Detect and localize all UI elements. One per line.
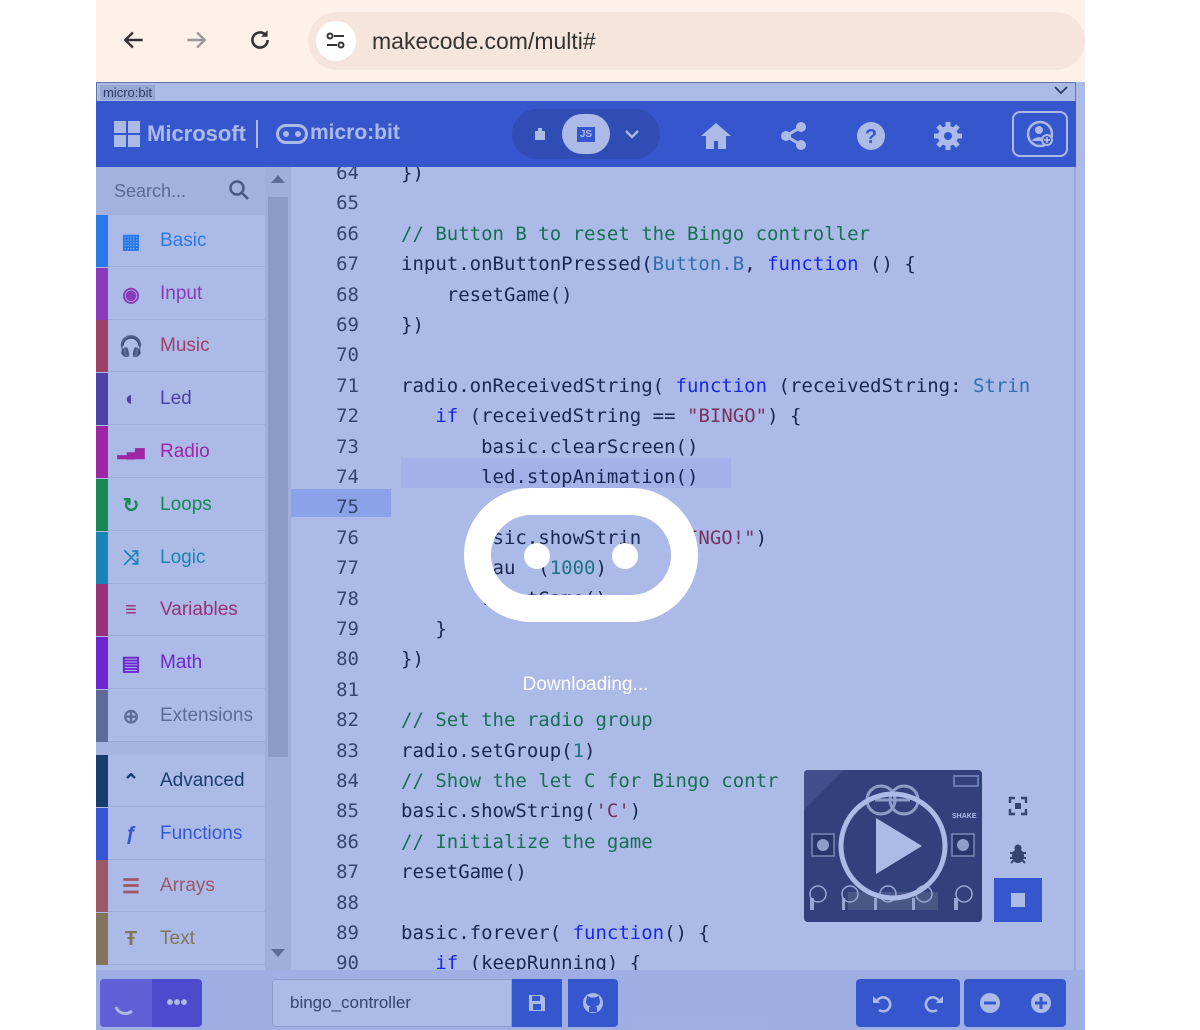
- reload-icon: [251, 30, 269, 49]
- logo-eye-left: [524, 543, 550, 569]
- address-bar[interactable]: makecode.com/multi#: [308, 12, 1085, 70]
- screenshot-root: makecode.com/multi# micro:bit Microsoft …: [0, 0, 1200, 1030]
- tune-icon: [326, 32, 345, 49]
- browser-toolbar: makecode.com/multi#: [96, 0, 1085, 82]
- microbit-loading-icon: [464, 488, 698, 622]
- arrow-right-icon: [187, 31, 207, 49]
- loading-overlay: Downloading...: [96, 82, 1085, 1030]
- reload-button[interactable]: [240, 20, 280, 60]
- forward-button[interactable]: [176, 20, 216, 60]
- site-info-button[interactable]: [316, 21, 356, 61]
- url-text[interactable]: makecode.com/multi#: [372, 28, 596, 55]
- arrow-left-icon: [123, 31, 143, 49]
- logo-eye-right: [612, 543, 638, 569]
- back-button[interactable]: [114, 20, 154, 60]
- loading-status: Downloading...: [522, 674, 649, 695]
